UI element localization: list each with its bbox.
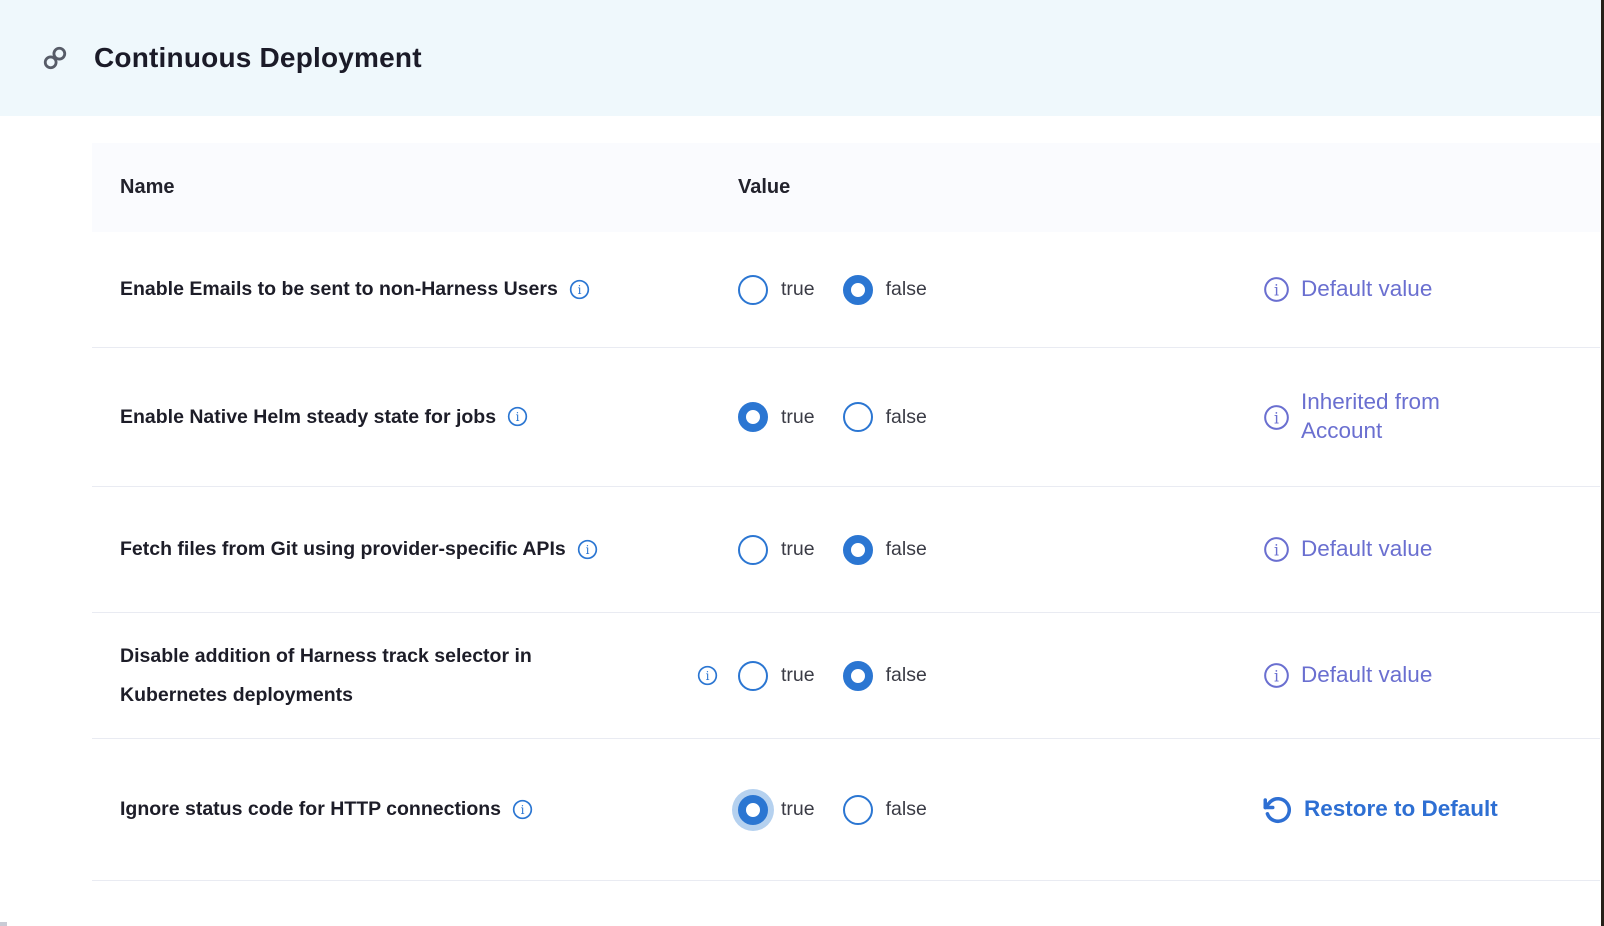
setting-value-cell: true false — [732, 402, 1256, 432]
status-info-icon[interactable]: i — [1263, 536, 1290, 563]
setting-row: Enable Native Helm steady state for jobs… — [92, 348, 1600, 487]
radio-option-false[interactable]: false — [843, 402, 927, 432]
setting-status: i Default value — [1256, 661, 1600, 690]
radio-false[interactable] — [843, 795, 873, 825]
svg-text:i: i — [577, 283, 581, 297]
setting-status: i Inherited from Account — [1256, 388, 1600, 446]
setting-name: Fetch files from Git using provider-spec… — [120, 530, 566, 568]
radio-option-true[interactable]: true — [738, 275, 815, 305]
status-label: Default value — [1301, 275, 1432, 304]
radio-true-label: true — [781, 278, 815, 301]
setting-status: i Default value — [1256, 535, 1600, 564]
column-header-value: Value — [732, 176, 1256, 199]
setting-status: i Default value — [1256, 275, 1600, 304]
category-header: Continuous Deployment — [0, 0, 1604, 116]
radio-true[interactable] — [738, 402, 768, 432]
radio-option-true[interactable]: true — [738, 795, 815, 825]
settings-table: Name Value Enable Emails to be sent to n… — [92, 143, 1600, 881]
svg-text:i: i — [521, 803, 525, 817]
setting-row: Enable Emails to be sent to non-Harness … — [92, 232, 1600, 348]
radio-false-label: false — [886, 798, 927, 821]
radio-false-label: false — [886, 664, 927, 687]
setting-name-cell: Fetch files from Git using provider-spec… — [92, 530, 732, 568]
setting-row: Fetch files from Git using provider-spec… — [92, 487, 1600, 613]
radio-true[interactable] — [738, 795, 768, 825]
setting-value-cell: true false — [732, 275, 1256, 305]
table-body: Enable Emails to be sent to non-Harness … — [92, 232, 1600, 881]
info-icon[interactable]: i — [512, 799, 533, 820]
column-header-name: Name — [92, 176, 732, 199]
svg-text:i: i — [516, 411, 520, 425]
setting-name-cell: Enable Emails to be sent to non-Harness … — [92, 270, 732, 308]
radio-false-label: false — [886, 278, 927, 301]
svg-text:i: i — [585, 543, 589, 557]
radio-false[interactable] — [843, 661, 873, 691]
svg-text:i: i — [706, 669, 710, 683]
status-label: Inherited from Account — [1301, 388, 1513, 446]
chain-link-icon — [42, 45, 68, 71]
radio-true[interactable] — [738, 275, 768, 305]
svg-text:i: i — [1274, 541, 1279, 559]
info-icon[interactable]: i — [569, 279, 590, 300]
svg-text:i: i — [1274, 667, 1279, 685]
info-icon[interactable]: i — [577, 539, 598, 560]
radio-true-label: true — [781, 406, 815, 429]
radio-option-false[interactable]: false — [843, 535, 927, 565]
status-label: Restore to Default — [1304, 795, 1498, 824]
setting-status[interactable]: Restore to Default — [1256, 795, 1600, 825]
setting-name: Ignore status code for HTTP connections — [120, 790, 501, 828]
radio-option-true[interactable]: true — [738, 402, 815, 432]
setting-value-cell: true false — [732, 795, 1256, 825]
status-info-icon[interactable]: i — [1263, 662, 1290, 689]
setting-name-cell: Disable addition of Harness track select… — [92, 637, 732, 713]
status-info-icon[interactable]: i — [1263, 276, 1290, 303]
radio-option-false[interactable]: false — [843, 275, 927, 305]
radio-option-false[interactable]: false — [843, 795, 927, 825]
setting-row: Ignore status code for HTTP connections … — [92, 739, 1600, 881]
radio-false[interactable] — [843, 535, 873, 565]
setting-row: Disable addition of Harness track select… — [92, 613, 1600, 739]
page-title: Continuous Deployment — [94, 42, 422, 74]
radio-false-label: false — [886, 538, 927, 561]
radio-option-false[interactable]: false — [843, 661, 927, 691]
status-info-icon[interactable]: i — [1263, 404, 1290, 431]
setting-name-cell: Ignore status code for HTTP connections … — [92, 790, 732, 828]
radio-true[interactable] — [738, 535, 768, 565]
radio-true-label: true — [781, 664, 815, 687]
table-header-row: Name Value — [92, 143, 1600, 232]
radio-false[interactable] — [843, 402, 873, 432]
setting-name: Enable Emails to be sent to non-Harness … — [120, 270, 558, 308]
radio-false[interactable] — [843, 275, 873, 305]
svg-text:i: i — [1274, 281, 1279, 299]
status-label: Default value — [1301, 535, 1432, 564]
setting-value-cell: true false — [732, 535, 1256, 565]
status-label: Default value — [1301, 661, 1432, 690]
radio-true[interactable] — [738, 661, 768, 691]
radio-option-true[interactable]: true — [738, 661, 815, 691]
svg-text:i: i — [1274, 409, 1279, 427]
radio-false-label: false — [886, 406, 927, 429]
setting-name: Disable addition of Harness track select… — [120, 637, 640, 713]
restore-icon[interactable] — [1263, 795, 1293, 825]
radio-true-label: true — [781, 538, 815, 561]
setting-value-cell: true false — [732, 661, 1256, 691]
info-icon[interactable]: i — [507, 406, 528, 427]
radio-true-label: true — [781, 798, 815, 821]
setting-name: Enable Native Helm steady state for jobs — [120, 398, 496, 436]
setting-name-cell: Enable Native Helm steady state for jobs… — [92, 398, 732, 436]
info-icon[interactable]: i — [697, 665, 718, 686]
radio-option-true[interactable]: true — [738, 535, 815, 565]
corner-artifact — [0, 922, 7, 926]
